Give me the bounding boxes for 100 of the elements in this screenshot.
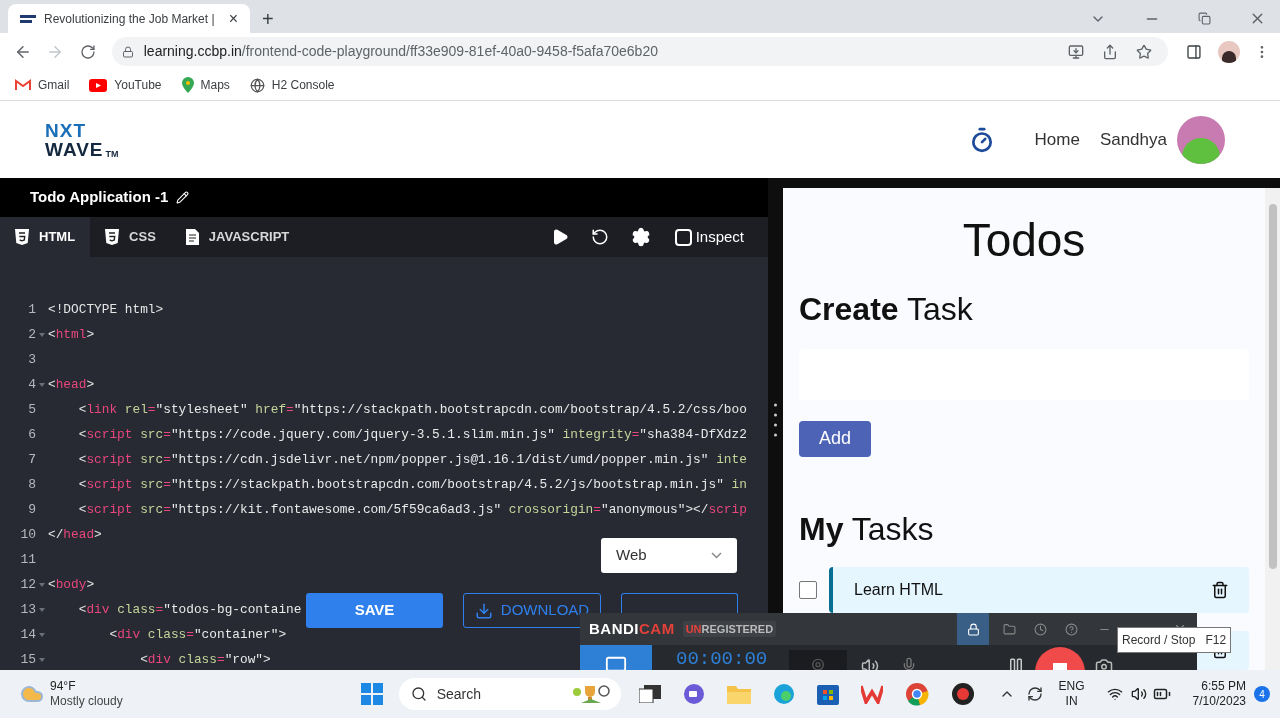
add-button[interactable]: Add xyxy=(799,420,871,457)
chat-app-icon[interactable] xyxy=(682,683,705,705)
trademark-text: TM xyxy=(105,149,119,159)
bookmark-link[interactable]: YouTube xyxy=(89,76,162,94)
site-favicon xyxy=(20,13,36,24)
clock-icon[interactable] xyxy=(1034,622,1047,636)
trash-icon[interactable] xyxy=(1211,580,1229,599)
settings-icon[interactable] xyxy=(630,227,651,247)
line-number: 12 xyxy=(20,575,36,594)
editor-tab[interactable]: HTML xyxy=(0,217,91,257)
file-icon xyxy=(185,229,199,245)
app-title: Todos xyxy=(961,213,1087,268)
windows-start-icon[interactable] xyxy=(360,683,383,705)
language-text: ENG xyxy=(1058,679,1085,694)
fold-arrow-icon[interactable] xyxy=(39,582,45,587)
clock-time: 6:55 PM xyxy=(1201,679,1246,694)
restore-icon[interactable] xyxy=(1198,12,1211,25)
volume-icon[interactable] xyxy=(1130,686,1147,702)
lock-icon xyxy=(966,622,980,636)
shield-icon xyxy=(105,229,120,245)
folder-icon[interactable] xyxy=(1003,622,1016,636)
logo-text: WAVE xyxy=(45,139,104,159)
code-line: <script src="https://code.jquery.com/jquery-3.5.1.slim.min.js" integrity="sha384-DfXdz2 xyxy=(77,425,747,444)
logo-text: NXT xyxy=(45,120,87,140)
bookmark-link[interactable]: Maps xyxy=(181,76,230,94)
project-title: Todo Application -1 xyxy=(30,187,169,208)
store-app-icon[interactable] xyxy=(816,683,839,705)
taskbar-search[interactable]: Search xyxy=(398,678,621,710)
close-tab-button[interactable]: × xyxy=(228,10,238,27)
code-line: <html> xyxy=(48,325,95,344)
line-number: 2 xyxy=(28,325,36,344)
language-text: IN xyxy=(1065,694,1078,709)
browser-tab[interactable]: Revolutionizing the Job Market | × xyxy=(8,4,250,33)
weather-text: Mostly cloudy xyxy=(50,694,123,709)
address-bar[interactable]: learning.ccbp.in/frontend-code-playground/ff33e909-81ef-40a0-9458-f5afa70e6b20 xyxy=(111,37,1169,66)
code-line: <head> xyxy=(48,375,95,394)
webcam-icon xyxy=(810,658,827,672)
lock-icon xyxy=(121,45,134,58)
code-line: <link rel="stylesheet" href="https://stackpath.bootstrapcdn.com/bootstrap/4.5.2/css/boo xyxy=(77,400,747,419)
fold-arrow-icon[interactable] xyxy=(39,382,45,387)
scrollbar[interactable] xyxy=(1265,188,1280,670)
mail-icon xyxy=(15,79,31,91)
reset-icon[interactable] xyxy=(590,228,609,246)
code-line: <!DOCTYPE html> xyxy=(48,300,164,319)
line-number: 15 xyxy=(20,650,36,669)
line-number: 4 xyxy=(28,375,36,394)
create-task-heading: Create Task xyxy=(799,290,974,329)
tab-title: Revolutionizing the Job Market | xyxy=(44,10,215,28)
side-panel-icon[interactable] xyxy=(1186,43,1203,60)
user-avatar[interactable] xyxy=(1177,115,1225,164)
target-select[interactable]: Web xyxy=(601,538,737,573)
outline-button[interactable] xyxy=(621,593,738,613)
inspect-toggle[interactable]: Inspect xyxy=(674,225,744,249)
install-icon[interactable] xyxy=(1068,43,1085,60)
help-icon[interactable] xyxy=(1065,622,1078,636)
fold-arrow-icon[interactable] xyxy=(39,332,45,337)
speaker-icon[interactable] xyxy=(861,657,880,672)
lock-button[interactable] xyxy=(957,613,989,645)
record-app-icon[interactable] xyxy=(950,682,975,706)
code-line: <script src="https://stackpath.bootstrapcdn.com/bootstrap/4.5.2/js/bootstrap.min.js" in xyxy=(77,475,747,494)
bookmark-link[interactable]: Gmail xyxy=(15,76,70,94)
task-view-icon[interactable] xyxy=(638,685,661,703)
office-app-icon[interactable] xyxy=(860,684,883,704)
line-number: 10 xyxy=(20,525,36,544)
timer-text: 00:00:00 xyxy=(676,650,768,669)
task-checkbox[interactable] xyxy=(799,580,817,599)
shield-icon xyxy=(15,229,29,245)
reload-icon[interactable] xyxy=(79,43,96,60)
fold-arrow-icon[interactable] xyxy=(39,632,45,637)
code-line: <script src="https://kit.fontawesome.com/5f59ca6ad3.js" crossorigin="anonymous"></scrip xyxy=(77,500,747,519)
my-tasks-heading: My Tasks xyxy=(799,509,935,549)
line-number: 5 xyxy=(28,400,36,419)
notification-badge[interactable]: 4 xyxy=(1254,686,1270,702)
task-label: Learn HTML xyxy=(854,579,943,600)
home-link[interactable]: Home xyxy=(1034,126,1080,153)
edge-browser-icon[interactable] xyxy=(772,683,795,705)
line-number: 11 xyxy=(20,550,36,569)
fold-arrow-icon[interactable] xyxy=(39,657,45,662)
bookmark-star-icon[interactable] xyxy=(1136,43,1153,60)
bookmark-link[interactable]: H2 Console xyxy=(249,76,335,94)
sync-icon[interactable] xyxy=(1026,686,1043,702)
search-icon xyxy=(410,686,427,702)
save-button[interactable]: SAVE xyxy=(306,593,443,628)
clock-date: 7/10/2023 xyxy=(1192,694,1246,709)
line-number: 6 xyxy=(28,425,36,444)
fold-arrow-icon[interactable] xyxy=(39,607,45,612)
profile-avatar[interactable] xyxy=(1218,40,1241,63)
edit-icon[interactable] xyxy=(176,191,190,204)
download-icon xyxy=(474,601,493,620)
drag-handle-icon[interactable] xyxy=(774,403,777,439)
share-icon[interactable] xyxy=(1102,43,1119,60)
line-number: 14 xyxy=(20,625,36,644)
chevron-down-icon xyxy=(711,552,722,559)
wifi-icon[interactable] xyxy=(1106,686,1123,702)
trophy-icon xyxy=(570,684,611,704)
screen-mode-button[interactable] xyxy=(580,645,652,672)
url-text: learning.ccbp.in/frontend-code-playground/ff33e909-81ef-40a0-9458-f5afa70e6b20 xyxy=(143,42,658,61)
new-tab-button[interactable]: + xyxy=(262,9,274,29)
chrome-browser-icon[interactable] xyxy=(904,682,929,706)
line-number: 1 xyxy=(28,300,36,319)
